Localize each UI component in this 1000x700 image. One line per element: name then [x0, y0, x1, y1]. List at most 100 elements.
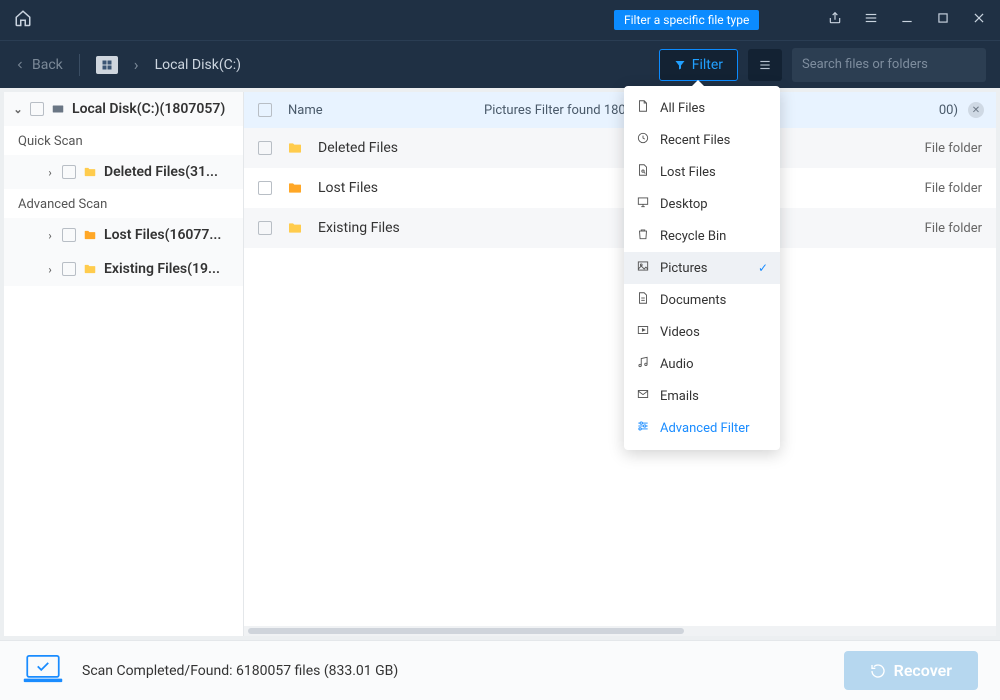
main-panel: ⌄ Local Disk(C:)(1807057) Quick Scan › D… — [0, 88, 1000, 640]
filter-option-desktop[interactable]: Desktop — [624, 188, 780, 220]
documents-icon — [636, 291, 650, 309]
folder-icon — [286, 220, 304, 236]
filter-option-emails[interactable]: Emails — [624, 380, 780, 412]
file-icon — [636, 99, 650, 117]
back-label: Back — [32, 57, 63, 73]
checkbox[interactable] — [62, 262, 76, 276]
breadcrumb-location[interactable]: Local Disk(C:) — [155, 57, 241, 73]
tree-item-label: Lost Files(16077... — [104, 227, 221, 243]
chevron-right-icon[interactable]: › — [44, 166, 56, 179]
filter-option-documents[interactable]: Documents — [624, 284, 780, 316]
recover-button-label: Recover — [894, 661, 952, 680]
filter-option-label: Audio — [660, 357, 693, 372]
folder-icon — [82, 165, 98, 179]
checkbox[interactable] — [258, 221, 272, 235]
disk-icon — [50, 102, 66, 116]
tree-root[interactable]: ⌄ Local Disk(C:)(1807057) — [4, 92, 243, 126]
filter-option-advanced-filter[interactable]: Advanced Filter — [624, 412, 780, 444]
filter-option-label: Advanced Filter — [660, 421, 750, 436]
recover-button[interactable]: Recover — [844, 651, 978, 690]
filter-option-recycle-bin[interactable]: Recycle Bin — [624, 220, 780, 252]
list-view-button[interactable] — [748, 49, 782, 81]
checkbox[interactable] — [62, 228, 76, 242]
chevron-down-icon[interactable]: ⌄ — [12, 103, 24, 116]
file-name: Existing Files — [318, 220, 911, 236]
filter-button-label: Filter — [692, 57, 723, 73]
close-filter-strip-icon[interactable]: ✕ — [968, 102, 984, 118]
folder-icon — [82, 228, 98, 242]
filter-result-strip: Name Pictures Filter found 1807057 item … — [244, 92, 996, 128]
laptop-check-icon — [22, 654, 64, 688]
tree-section-quickscan: Quick Scan — [4, 126, 243, 155]
recover-icon — [870, 663, 886, 679]
filter-option-label: Pictures — [660, 261, 707, 276]
filter-option-all-files[interactable]: All Files — [624, 92, 780, 124]
filter-option-lost-files[interactable]: Lost Files — [624, 156, 780, 188]
emails-icon — [636, 387, 650, 405]
scrollbar-thumb[interactable] — [248, 628, 684, 634]
filter-option-label: Documents — [660, 293, 726, 308]
filter-option-label: Lost Files — [660, 165, 716, 180]
select-all-checkbox[interactable] — [258, 103, 272, 117]
checkbox[interactable] — [258, 181, 272, 195]
filter-dropdown: All Files Recent Files Lost Files Desktop Re… — [624, 86, 780, 450]
chevron-right-icon[interactable]: › — [44, 229, 56, 242]
filter-option-label: Videos — [660, 325, 700, 340]
filter-tooltip-badge: Filter a specific file type — [614, 10, 759, 30]
folder-icon — [82, 262, 98, 276]
filter-option-label: Emails — [660, 389, 699, 404]
file-list: Deleted FilesFile folderLost FilesFile f… — [244, 128, 996, 626]
search-input[interactable] — [802, 57, 968, 72]
videos-icon — [636, 323, 650, 341]
minimize-icon[interactable] — [900, 11, 914, 29]
filter-option-label: Recent Files — [660, 133, 730, 148]
drive-icon — [96, 56, 118, 74]
file-type: File folder — [925, 181, 982, 196]
footer: Scan Completed/Found: 6180057 files (833… — [0, 640, 1000, 700]
sliders-icon — [636, 419, 650, 437]
tree-item-lost[interactable]: › Lost Files(16077... — [4, 218, 243, 252]
filter-option-audio[interactable]: Audio — [624, 348, 780, 380]
content-panel: Name Pictures Filter found 1807057 item … — [244, 92, 996, 636]
tree-item-deleted[interactable]: › Deleted Files(31... — [4, 155, 243, 189]
tree-item-existing[interactable]: › Existing Files(19... — [4, 252, 243, 286]
share-icon[interactable] — [828, 11, 842, 29]
filter-option-videos[interactable]: Videos — [624, 316, 780, 348]
checkbox[interactable] — [62, 165, 76, 179]
lost-icon — [636, 163, 650, 181]
checkbox[interactable] — [258, 141, 272, 155]
tree-section-advancedscan: Advanced Scan — [4, 189, 243, 218]
filter-option-label: All Files — [660, 101, 705, 116]
filter-option-label: Desktop — [660, 197, 708, 212]
menu-icon[interactable] — [864, 11, 878, 29]
horizontal-scrollbar[interactable] — [244, 626, 996, 636]
search-box[interactable] — [792, 48, 986, 82]
folder-icon — [286, 180, 304, 196]
file-row[interactable]: Deleted FilesFile folder — [244, 128, 996, 168]
toolbar: Back › Local Disk(C:) Filter — [0, 40, 1000, 88]
close-icon[interactable] — [972, 11, 986, 29]
recent-icon — [636, 131, 650, 149]
back-button[interactable]: Back — [14, 57, 63, 73]
column-name-header[interactable]: Name — [288, 103, 408, 118]
pictures-icon — [636, 259, 650, 277]
filter-button[interactable]: Filter — [659, 49, 738, 81]
audio-icon — [636, 355, 650, 373]
file-name: Lost Files — [318, 180, 911, 196]
filter-option-recent-files[interactable]: Recent Files — [624, 124, 780, 156]
sidebar: ⌄ Local Disk(C:)(1807057) Quick Scan › D… — [4, 92, 244, 636]
breadcrumb-separator-icon: › — [134, 55, 139, 74]
file-row[interactable]: Existing FilesFile folder — [244, 208, 996, 248]
file-row[interactable]: Lost Files File folder — [244, 168, 996, 208]
toolbar-divider — [79, 54, 80, 76]
check-icon: ✓ — [758, 261, 768, 275]
tree-root-label: Local Disk(C:)(1807057) — [72, 101, 225, 117]
checkbox[interactable] — [30, 102, 44, 116]
chevron-right-icon[interactable]: › — [44, 263, 56, 276]
window-controls — [828, 11, 986, 29]
maximize-icon[interactable] — [936, 11, 950, 29]
filter-option-pictures[interactable]: Pictures ✓ — [624, 252, 780, 284]
home-icon[interactable] — [14, 9, 32, 31]
tree-item-label: Existing Files(19... — [104, 261, 220, 277]
tree-item-label: Deleted Files(31... — [104, 164, 218, 180]
